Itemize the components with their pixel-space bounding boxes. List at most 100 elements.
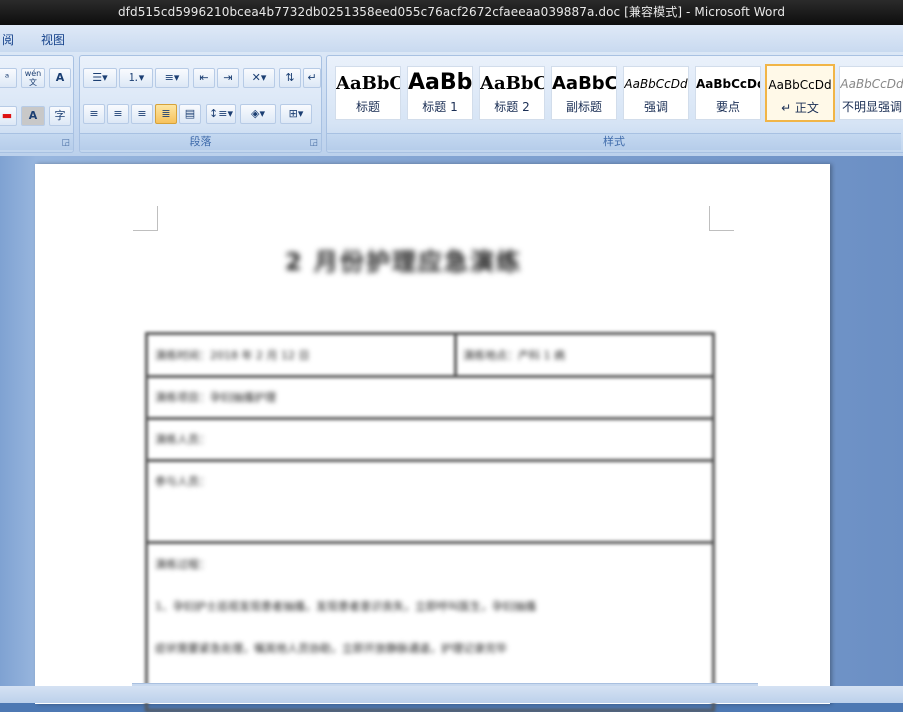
multilevel-list-button[interactable]: ≡▾ [155, 68, 189, 88]
style-subtitle[interactable]: AaBbC 副标题 [551, 66, 617, 120]
bullets-icon: ☰▾ [92, 71, 108, 84]
phonetic-guide-icon: wén 文 [24, 69, 42, 87]
style-normal[interactable]: AaBbCcDd ↵ 正文 [765, 64, 835, 122]
paragraph-dialog-launcher-icon[interactable]: ◲ [309, 138, 318, 148]
style-heading-2[interactable]: AaBbC 标题 2 [479, 66, 545, 120]
tab-review[interactable]: 阅 [2, 31, 14, 48]
bullets-button[interactable]: ☰▾ [83, 68, 117, 88]
character-border-icon: A [55, 71, 65, 84]
numbering-icon: ⒈▾ [127, 71, 145, 84]
enclose-characters-button[interactable]: 字 [49, 106, 71, 126]
sort-icon: ⇅ [285, 71, 295, 84]
align-center-icon: ≡ [113, 107, 123, 120]
align-left-button[interactable]: ≡ [83, 104, 105, 124]
paragraph-group: ☰▾ ⒈▾ ≡▾ ⇤ ⇥ ✕▾ ⇅ ↵ ≡ ≡ ≡ ≣ ▤ ↕≡▾ ◈▾ ⊞▾ … [79, 55, 322, 153]
styles-group: AaBbC 标题 AaBb 标题 1 AaBbC 标题 2 AaBbC 副标题 … [326, 55, 903, 153]
line-spacing-icon: ↕≡▾ [209, 107, 233, 120]
style-sample: AaBbCcDd [768, 78, 832, 92]
paragraph-group-label: 段落 [80, 133, 321, 150]
distribute-button[interactable]: ▤ [179, 104, 201, 124]
table-cell: 演练人员： [155, 433, 210, 446]
style-heading-1[interactable]: AaBb 标题 1 [407, 66, 473, 120]
window-title-bar: dfd515cd5996210bcea4b7732db0251358eed055… [0, 0, 903, 25]
font-color-button[interactable]: ▬ [0, 106, 17, 126]
table-cell: 演练项目：孕妇抽搐护理 [155, 391, 276, 404]
character-shading-icon: A [28, 109, 38, 122]
window-title: dfd515cd5996210bcea4b7732db0251358eed055… [117, 5, 786, 19]
styles-group-label: 样式 [327, 133, 901, 150]
style-sample: AaBb [408, 70, 472, 95]
style-name: 标题 1 [422, 100, 458, 114]
borders-button[interactable]: ⊞▾ [280, 104, 312, 124]
align-right-icon: ≡ [137, 107, 147, 120]
style-sample: AaBbCcDd [624, 77, 688, 91]
increase-indent-icon: ⇥ [223, 71, 233, 84]
document-area[interactable]: 2 月份护理应急演练 演练时间：2018 年 2 月 12 日 演练地点：产科 … [0, 156, 903, 712]
style-emphasis[interactable]: AaBbCcDd 强调 [623, 66, 689, 120]
shading-button[interactable]: ◈▾ [240, 104, 276, 124]
paragraph-mark-icon: ↵ [307, 71, 317, 84]
enclose-characters-icon: 字 [54, 109, 66, 122]
margin-corner-top-right [709, 206, 734, 231]
style-sample: AaBbCcDd [696, 77, 760, 91]
style-strong[interactable]: AaBbCcDd 要点 [695, 66, 761, 120]
document-title: 2 月份护理应急演练 [285, 248, 523, 276]
clear-format-icon: ᵃ [4, 71, 10, 84]
font-group: ᵃ wén 文 A ▬ A 字 ◲ [0, 55, 74, 153]
tab-view[interactable]: 视图 [41, 31, 65, 48]
character-shading-button[interactable]: A [21, 106, 45, 126]
decrease-indent-icon: ⇤ [199, 71, 209, 84]
style-name: 标题 2 [494, 100, 530, 114]
status-bar [0, 686, 903, 703]
justify-button[interactable]: ≣ [155, 104, 177, 124]
show-marks-button[interactable]: ↵ [303, 68, 321, 88]
justify-icon: ≣ [161, 107, 171, 120]
increase-indent-button[interactable]: ⇥ [217, 68, 239, 88]
table-cell: 1、孕妇护士巡视发现患者抽搐，发现患者意识丧失，立即呼叫医生，孕妇抽搐 [155, 600, 536, 613]
style-sample: AaBbC [336, 73, 400, 94]
style-name: 标题 [355, 100, 380, 114]
border-icon: ⊞▾ [288, 107, 304, 120]
style-name: 不明显强调 [841, 100, 902, 114]
style-sample: AaBbCcDd [840, 77, 903, 91]
align-center-button[interactable]: ≡ [107, 104, 129, 124]
table-cell: 症状需要紧急处理，嘱其他人员协助，立即开放静脉通道，护理记录完毕 [155, 642, 507, 655]
align-right-button[interactable]: ≡ [131, 104, 153, 124]
decrease-indent-button[interactable]: ⇤ [193, 68, 215, 88]
style-name: 强调 [643, 100, 668, 114]
table-row-divider [148, 541, 712, 544]
table-cell: 演练过程： [155, 558, 210, 571]
style-name: ↵ 正文 [781, 101, 819, 115]
font-dialog-launcher-icon[interactable]: ◲ [61, 138, 70, 148]
line-spacing-button[interactable]: ↕≡▾ [206, 104, 236, 124]
margin-corner-top-left [133, 206, 158, 231]
style-name: 副标题 [565, 100, 602, 114]
table-cell: 演练地点：产科 1 病 [463, 349, 565, 362]
table-col-divider [454, 335, 457, 375]
style-sample: AaBbC [480, 73, 544, 94]
style-title[interactable]: AaBbC 标题 [335, 66, 401, 120]
style-sample: AaBbC [552, 73, 616, 94]
phonetic-guide-button[interactable]: wén 文 [21, 68, 45, 88]
table-row-divider [148, 375, 712, 378]
paint-bucket-icon: ◈▾ [251, 107, 265, 120]
multilevel-list-icon: ≡▾ [164, 71, 180, 84]
font-color-icon: ▬ [1, 109, 13, 122]
chinese-layout-icon: ✕▾ [251, 71, 267, 84]
table-row-divider [148, 459, 712, 462]
style-name: 要点 [715, 100, 740, 114]
chinese-layout-button[interactable]: ✕▾ [243, 68, 275, 88]
style-subtle-emphasis[interactable]: AaBbCcDd 不明显强调 [839, 66, 903, 120]
table-row-divider [148, 417, 712, 420]
ribbon-tab-bar: 阅 视图 [0, 25, 903, 52]
clear-format-button[interactable]: ᵃ [0, 68, 17, 88]
table-cell: 演练时间：2018 年 2 月 12 日 [155, 349, 310, 362]
character-border-button[interactable]: A [49, 68, 71, 88]
numbering-button[interactable]: ⒈▾ [119, 68, 153, 88]
ribbon: ᵃ wén 文 A ▬ A 字 ◲ ☰▾ ⒈▾ ≡▾ ⇤ ⇥ ✕▾ ⇅ ↵ ≡ … [0, 52, 903, 156]
distribute-icon: ▤ [184, 107, 196, 120]
table-cell: 参与人员： [155, 475, 210, 488]
sort-button[interactable]: ⇅ [279, 68, 301, 88]
align-left-icon: ≡ [89, 107, 99, 120]
document-page[interactable]: 2 月份护理应急演练 演练时间：2018 年 2 月 12 日 演练地点：产科 … [35, 164, 830, 712]
